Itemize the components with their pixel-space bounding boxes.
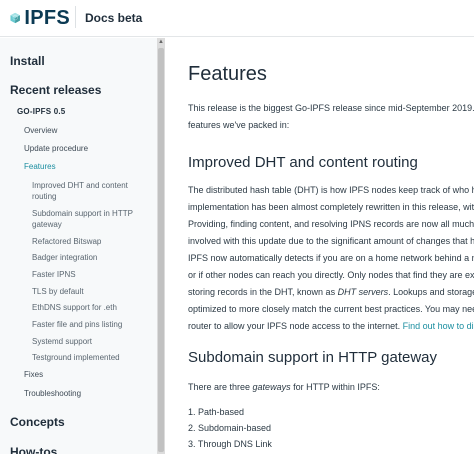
text-fragment: There are three [188,382,253,392]
dht-paragraph-1: The distributed hash table (DHT) is how … [188,182,474,250]
sidebar-item-file-pins[interactable]: Faster file and pins listing [32,319,122,330]
sidebar-item-recent-releases[interactable]: Recent releases [10,83,101,97]
dht-paragraph-2: IPFS now automatically detects if you ar… [188,250,474,335]
text-line: involved with this update due to the sig… [188,236,474,246]
sidebar-item-concepts[interactable]: Concepts [10,415,65,429]
sidebar-item-go-ipfs[interactable]: GO-IPFS 0.5 [17,107,65,116]
sidebar-item-testground[interactable]: Testground implemented [32,352,120,363]
text-line: optimized to more closely match the curr… [188,304,474,314]
sidebar-item-faster-ipns[interactable]: Faster IPNS [32,269,76,280]
list-item: 2. Subdomain-based [188,423,272,433]
text-line: The distributed hash table (DHT) is how … [188,185,474,195]
sidebar-item-systemd[interactable]: Systemd support [32,336,92,347]
text-line: IPFS now automatically detects if you ar… [188,253,474,263]
sidebar-item-tls[interactable]: TLS by default [32,286,84,297]
ipfs-cube-icon [10,12,20,24]
sidebar-item-overview[interactable]: Overview [24,126,57,135]
sidebar-item-dht[interactable]: Improved DHT and content routing [32,180,128,202]
sidebar-item-ethdns[interactable]: EthDNS support for .eth [32,302,117,313]
find-out-how-link[interactable]: Find out how to dis [403,321,474,331]
text-fragment: . Lookups and storage in [388,287,474,297]
sidebar-item-how-tos[interactable]: How-tos [10,445,57,454]
page-title: Features [188,63,267,85]
docs-beta-label[interactable]: Docs beta [85,11,142,25]
list-item: 3. Through DNS Link [188,439,272,449]
sidebar-item-label: Improved DHT and content [32,181,128,190]
sidebar-item-badger[interactable]: Badger integration [32,252,97,263]
intro-paragraph: This release is the biggest Go-IPFS rele… [188,100,474,134]
text-line: router to allow your IPFS node access to… [188,318,474,335]
gateway-list: 1. Path-based 2. Subdomain-based 3. Thro… [188,404,272,452]
sidebar-item-subdomain[interactable]: Subdomain support in HTTP gateway [32,208,133,230]
top-header: IPFS Docs beta [0,0,474,37]
sidebar-item-bitswap[interactable]: Refactored Bitswap [32,236,101,247]
text-line: implementation has been almost completel… [188,202,474,212]
text-line: or if other nodes can reach you directly… [188,270,474,280]
sidebar-item-label: Subdomain support in HTTP [32,209,133,218]
sidebar-item-label: routing [32,192,57,201]
text-fragment: router to allow your IPFS node access to… [188,321,403,331]
scroll-up-arrow-icon[interactable]: ▲ [157,38,165,46]
text-fragment: for HTTP within IPFS: [290,382,380,392]
sidebar-item-update-procedure[interactable]: Update procedure [24,144,88,153]
main-content: Features This release is the biggest Go-… [165,38,474,454]
sidebar-nav: Install Recent releases GO-IPFS 0.5 Over… [0,38,157,454]
text-line: Providing, finding content, and resolvin… [188,219,474,229]
scrollbar-thumb[interactable] [158,48,164,452]
gateways-term: gateways [252,382,291,392]
text-fragment: storing records in the DHT, known as [188,287,338,297]
gateways-intro: There are three gateways for HTTP within… [188,379,380,396]
header-divider [75,6,76,28]
text-line: features we've packed in: [188,120,290,130]
sidebar-item-features[interactable]: Features [24,162,56,171]
list-item: 1. Path-based [188,407,245,417]
text-line: This release is the biggest Go-IPFS rele… [188,103,474,113]
sidebar-item-label: gateway [32,220,62,229]
sidebar-item-troubleshooting[interactable]: Troubleshooting [24,389,81,398]
section-heading-dht: Improved DHT and content routing [188,154,418,171]
sidebar-scrollbar[interactable]: ▲ [157,38,165,454]
sidebar-item-install[interactable]: Install [10,54,45,68]
sidebar-item-fixes[interactable]: Fixes [24,370,43,379]
text-line: storing records in the DHT, known as DHT… [188,284,474,301]
ipfs-logo[interactable]: IPFS [10,5,70,31]
section-heading-subdomain: Subdomain support in HTTP gateway [188,349,438,366]
dht-servers-term: DHT servers [337,287,389,297]
logo-text: IPFS [24,6,70,29]
